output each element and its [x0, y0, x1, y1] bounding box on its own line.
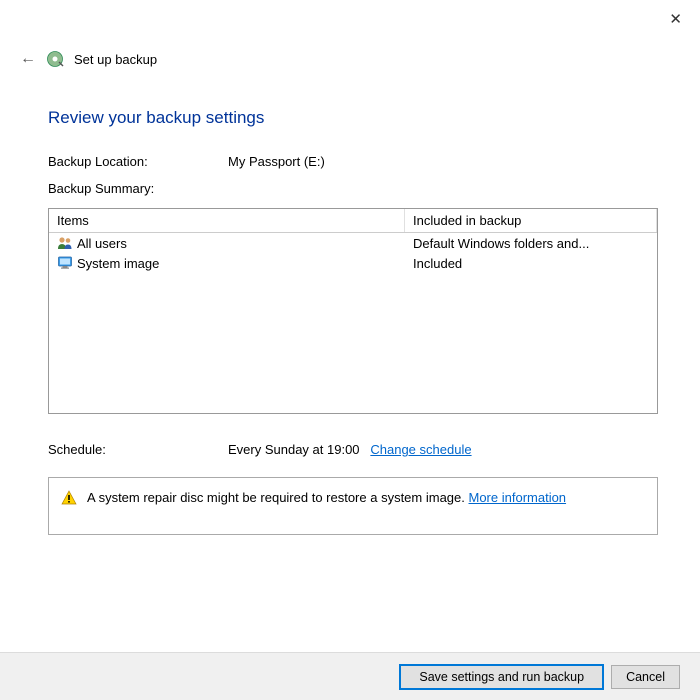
warning-box: A system repair disc might be required t…	[48, 477, 658, 535]
back-button[interactable]: ←	[20, 51, 36, 67]
warning-text-container: A system repair disc might be required t…	[87, 490, 566, 505]
close-button[interactable]: ✕	[669, 12, 682, 27]
table-row[interactable]: System image Included	[49, 253, 657, 273]
save-and-run-button[interactable]: Save settings and run backup	[400, 665, 603, 689]
row-item-label: All users	[77, 236, 127, 251]
more-information-link[interactable]: More information	[469, 490, 567, 505]
table-row[interactable]: All users Default Windows folders and...	[49, 233, 657, 253]
backup-wizard-icon	[46, 50, 64, 68]
wizard-title: Set up backup	[74, 52, 157, 67]
backup-location-label: Backup Location:	[48, 154, 228, 169]
row-item-label: System image	[77, 256, 159, 271]
warning-icon	[61, 490, 77, 506]
backup-location-value: My Passport (E:)	[228, 154, 325, 169]
column-header-items[interactable]: Items	[49, 209, 405, 232]
page-heading: Review your backup settings	[48, 108, 658, 128]
cancel-button[interactable]: Cancel	[611, 665, 680, 689]
row-included-value: Default Windows folders and...	[413, 236, 649, 251]
users-icon	[57, 235, 73, 251]
warning-text: A system repair disc might be required t…	[87, 490, 469, 505]
monitor-icon	[57, 255, 73, 271]
row-included-value: Included	[413, 256, 649, 271]
summary-table: Items Included in backup All users Defau…	[48, 208, 658, 414]
schedule-value: Every Sunday at 19:00	[228, 442, 360, 457]
change-schedule-link[interactable]: Change schedule	[370, 442, 471, 457]
button-bar: Save settings and run backup Cancel	[0, 652, 700, 700]
header: ← Set up backup	[20, 50, 157, 68]
column-header-included[interactable]: Included in backup	[405, 209, 657, 232]
backup-summary-label: Backup Summary:	[48, 181, 154, 196]
schedule-label: Schedule:	[48, 442, 228, 457]
